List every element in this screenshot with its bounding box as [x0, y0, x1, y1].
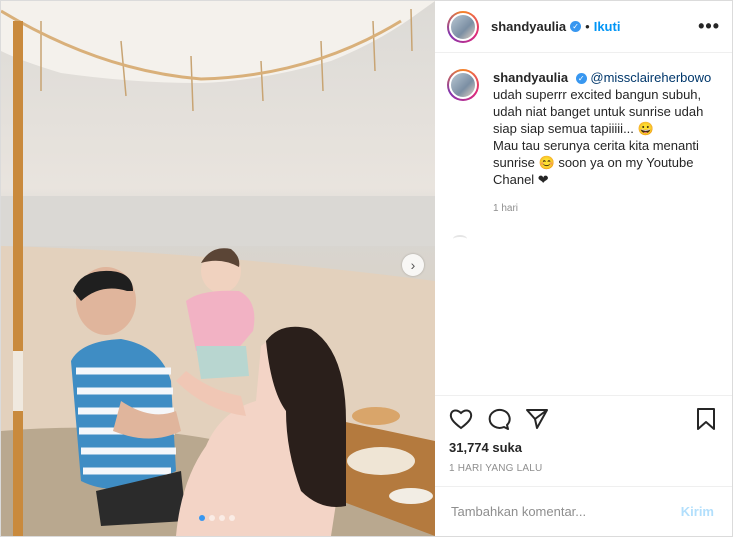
caption-username[interactable]: shandyaulia	[493, 70, 568, 85]
caption-avatar[interactable]	[447, 69, 479, 101]
post-comment-button[interactable]: Kirim	[675, 503, 720, 520]
carousel-dot	[219, 515, 225, 521]
bookmark-icon[interactable]	[696, 408, 716, 430]
caption-line: Mau tau serunya cerita kita menanti	[493, 138, 699, 153]
loading-spinner-icon	[453, 235, 467, 243]
comment-input[interactable]	[449, 503, 675, 520]
caption-area: shandyaulia ✓ @missclaireherbowo udah su…	[435, 53, 732, 395]
carousel-indicator	[199, 515, 235, 521]
carousel-dot	[229, 515, 235, 521]
heart-icon[interactable]	[449, 408, 473, 430]
caption-line: udah superrr excited bangun subuh,	[493, 87, 702, 102]
caption-line: Chanel ❤	[493, 172, 549, 187]
action-bar: 31,774 suka 1 HARI YANG LALU	[435, 395, 732, 486]
carousel-next-button[interactable]: ›	[402, 254, 424, 276]
comment-icon[interactable]	[487, 408, 511, 430]
username-link[interactable]: shandyaulia	[491, 19, 566, 34]
caption: shandyaulia ✓ @missclaireherbowo udah su…	[453, 69, 711, 395]
post-date[interactable]: 1 HARI YANG LALU	[449, 463, 716, 486]
carousel-dot	[199, 515, 205, 521]
action-icons	[449, 404, 716, 434]
instagram-post: › shandyaulia ✓ • Ikuti ••• shandyaulia …	[0, 0, 733, 537]
verified-badge-icon: ✓	[575, 73, 587, 85]
avatar-image	[449, 71, 477, 99]
caption-time[interactable]: 1 hari	[493, 200, 711, 217]
chevron-right-icon: ›	[410, 257, 416, 273]
caption-mention[interactable]: @missclaireherbowo	[590, 70, 711, 85]
avatar[interactable]	[447, 10, 479, 43]
caption-line: udah niat banget untuk sunrise udah	[493, 104, 704, 119]
caption-line: siap siap semua tapiiiii... 😀	[493, 121, 654, 136]
follow-button[interactable]: Ikuti	[594, 19, 621, 34]
verified-badge-icon: ✓	[570, 21, 582, 32]
like-count[interactable]: 31,774 suka	[449, 440, 716, 455]
share-icon[interactable]	[525, 408, 549, 430]
avatar-image	[449, 12, 477, 41]
more-options-icon[interactable]: •••	[698, 16, 720, 37]
separator-dot: •	[585, 19, 590, 34]
caption-line: sunrise 😊 soon ya on my Youtube	[493, 155, 694, 170]
photo-illustration	[1, 1, 435, 536]
carousel-dot	[209, 515, 215, 521]
post-photo[interactable]: ›	[1, 1, 435, 536]
comment-form: Kirim	[435, 486, 732, 536]
post-header: shandyaulia ✓ • Ikuti •••	[435, 1, 732, 53]
post-sidebar: shandyaulia ✓ • Ikuti ••• shandyaulia ✓ …	[435, 1, 732, 536]
